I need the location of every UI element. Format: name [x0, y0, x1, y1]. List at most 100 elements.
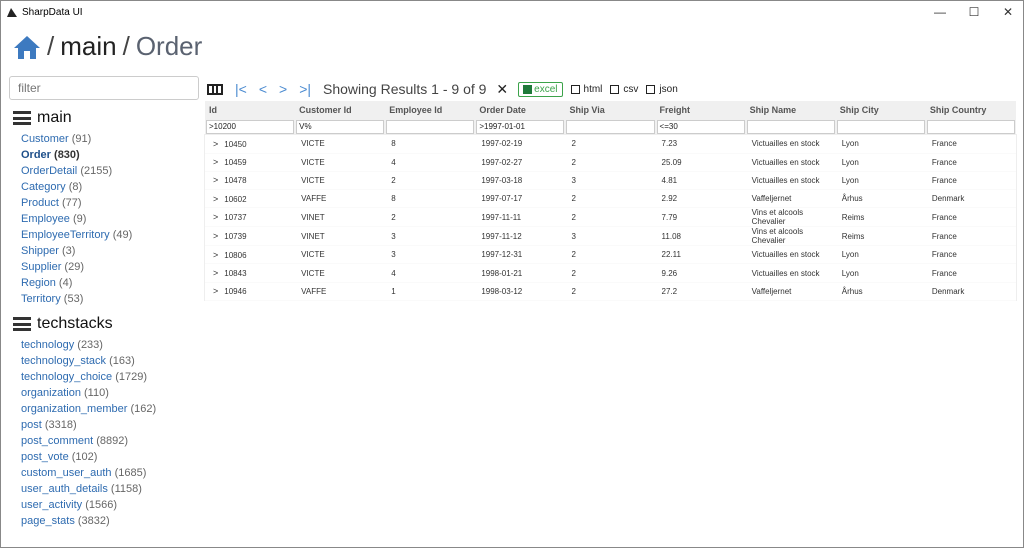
- sidebar-item-organization[interactable]: organization (110): [13, 385, 203, 401]
- sidebar-item-technology_stack[interactable]: technology_stack (163): [13, 353, 203, 369]
- column-header[interactable]: Ship Country: [925, 101, 1016, 119]
- sidebar-item-supplier[interactable]: Supplier (29): [13, 259, 203, 275]
- row-count: (91): [71, 133, 92, 145]
- table-cell: Lyon: [835, 245, 926, 265]
- table-cell: 8: [385, 189, 476, 209]
- filter-input[interactable]: [9, 76, 199, 100]
- sidebar-item-post[interactable]: post (3318): [13, 417, 203, 433]
- column-filter-input[interactable]: [566, 120, 655, 134]
- expand-chevron-icon[interactable]: >: [213, 212, 218, 222]
- column-header[interactable]: Customer Id: [295, 101, 386, 119]
- column-filter-input[interactable]: [836, 120, 925, 134]
- excel-button[interactable]: excel: [518, 81, 563, 97]
- sidebar-item-custom_user_auth[interactable]: custom_user_auth (1685): [13, 465, 203, 481]
- table-cell: France: [925, 171, 1016, 191]
- title-bar: SharpData UI — ☐ ✕: [1, 1, 1024, 23]
- column-header[interactable]: Employee Id: [385, 101, 476, 119]
- column-filter-cell: <=30: [655, 119, 746, 135]
- sidebar-item-category[interactable]: Category (8): [13, 179, 203, 195]
- row-count: (29): [64, 261, 84, 273]
- expand-chevron-icon[interactable]: >: [213, 231, 218, 241]
- column-header[interactable]: Id: [205, 101, 296, 119]
- sidebar-item-post_comment[interactable]: post_comment (8892): [13, 433, 203, 449]
- next-page-button[interactable]: >: [279, 81, 287, 97]
- expand-chevron-icon[interactable]: >: [213, 286, 218, 296]
- row-count: (1685): [114, 467, 147, 479]
- sidebar-item-orderdetail[interactable]: OrderDetail (2155): [13, 163, 203, 179]
- table-name: post_comment: [21, 435, 94, 447]
- html-link[interactable]: html: [570, 83, 603, 95]
- table-cell: >10946: [205, 282, 296, 301]
- columns-icon[interactable]: [207, 83, 223, 95]
- table-cell: Lyon: [835, 171, 926, 191]
- sidebar-item-employeeterritory[interactable]: EmployeeTerritory (49): [13, 227, 203, 243]
- sidebar-item-technology[interactable]: technology (233): [13, 337, 203, 353]
- csv-label: csv: [623, 83, 639, 95]
- expand-chevron-icon[interactable]: >: [213, 139, 218, 149]
- table-cell: Vins et alcools Chevalier: [745, 226, 836, 247]
- column-filter-input[interactable]: [386, 120, 475, 134]
- first-page-button[interactable]: |<: [235, 81, 247, 97]
- sidebar-item-region[interactable]: Region (4): [13, 275, 203, 291]
- row-count: (8): [68, 181, 83, 193]
- table-row[interactable]: >10459 VICTE 4 1997-02-27 2 25.09 Victuailles …: [205, 153, 1016, 172]
- table-cell: 3: [385, 226, 476, 247]
- sidebar-item-technology_choice[interactable]: technology_choice (1729): [13, 369, 203, 385]
- expand-chevron-icon[interactable]: >: [213, 250, 218, 260]
- column-header[interactable]: Ship City: [835, 101, 926, 119]
- sidebar-item-order[interactable]: Order (830): [13, 147, 203, 163]
- last-page-button[interactable]: >|: [299, 81, 311, 97]
- column-header[interactable]: Ship Via: [565, 101, 656, 119]
- prev-page-button[interactable]: <: [259, 81, 267, 97]
- table-cell: 9.26: [655, 263, 746, 283]
- expand-chevron-icon[interactable]: >: [213, 157, 218, 167]
- cell-value: 10843: [224, 269, 247, 279]
- minimize-button[interactable]: —: [923, 1, 957, 23]
- csv-link[interactable]: csv: [610, 84, 638, 95]
- expand-chevron-icon[interactable]: >: [213, 268, 218, 278]
- sidebar-item-shipper[interactable]: Shipper (3): [13, 243, 203, 259]
- column-filter-input[interactable]: >10200: [206, 120, 295, 134]
- sidebar-item-page_stats[interactable]: page_stats (3832): [13, 513, 203, 529]
- sidebar-item-employee[interactable]: Employee (9): [13, 211, 203, 227]
- row-count: (1566): [85, 499, 117, 511]
- expand-chevron-icon[interactable]: >: [213, 175, 218, 185]
- column-header[interactable]: Freight: [655, 101, 746, 119]
- column-filter-input[interactable]: V%: [296, 120, 385, 134]
- table-row[interactable]: >10806 VICTE 3 1997-12-31 2 22.11 Victuailles …: [205, 245, 1016, 265]
- column-filter-input[interactable]: [746, 120, 835, 134]
- column-header[interactable]: Ship Name: [745, 101, 836, 119]
- clear-filters-button[interactable]: ✕: [496, 81, 508, 98]
- maximize-button[interactable]: ☐: [957, 1, 991, 23]
- table-name: Employee: [21, 213, 70, 225]
- expand-chevron-icon[interactable]: >: [213, 194, 218, 204]
- sidebar-item-post_vote[interactable]: post_vote (102): [13, 449, 203, 465]
- sidebar-item-territory[interactable]: Territory (53): [13, 291, 203, 307]
- table-row[interactable]: >10739 VINET 3 1997-11-12 3 11.08 Vins et alco…: [205, 226, 1016, 247]
- row-count: (49): [112, 229, 133, 241]
- table-cell: VICTE: [295, 245, 386, 265]
- column-filter-input[interactable]: >1997-01-01: [476, 120, 565, 134]
- table-cell: Lyon: [835, 263, 926, 283]
- breadcrumb-db[interactable]: main: [60, 31, 116, 62]
- table-row[interactable]: >10737 VINET 2 1997-11-11 2 7.79 Vins et alcoo…: [205, 207, 1016, 228]
- sidebar-item-user_activity[interactable]: user_activity (1566): [13, 497, 203, 513]
- sidebar-item-product[interactable]: Product (77): [13, 195, 203, 211]
- table-row[interactable]: >10946 VAFFE 1 1998-03-12 2 27.2 Vaffeljernet Å…: [205, 282, 1016, 301]
- sidebar-item-customer[interactable]: Customer (91): [13, 131, 203, 147]
- table-row[interactable]: >10478 VICTE 2 1997-03-18 3 4.81 Victuailles e…: [205, 171, 1016, 191]
- column-filter-input[interactable]: [926, 120, 1015, 134]
- html-label: html: [583, 83, 603, 95]
- column-filter-input[interactable]: <=30: [656, 120, 745, 134]
- table-row[interactable]: >10843 VICTE 4 1998-01-21 2 9.26 Victuailles e…: [205, 263, 1016, 283]
- table-row[interactable]: >10602 VAFFE 8 1997-07-17 2 2.92 Vaffeljernet Å…: [205, 189, 1016, 209]
- sidebar-item-user_auth_details[interactable]: user_auth_details (1158): [13, 481, 203, 497]
- table-row[interactable]: >10450 VICTE 8 1997-02-19 2 7.23 Victuailles e…: [205, 135, 1016, 154]
- column-header[interactable]: Order Date: [475, 101, 566, 119]
- home-icon[interactable]: [13, 34, 41, 60]
- sidebar-item-organization_member[interactable]: organization_member (162): [13, 401, 203, 417]
- cell-value: 10739: [224, 232, 247, 242]
- json-link[interactable]: json: [646, 84, 678, 95]
- table-cell: France: [925, 153, 1016, 172]
- close-button[interactable]: ✕: [991, 1, 1024, 23]
